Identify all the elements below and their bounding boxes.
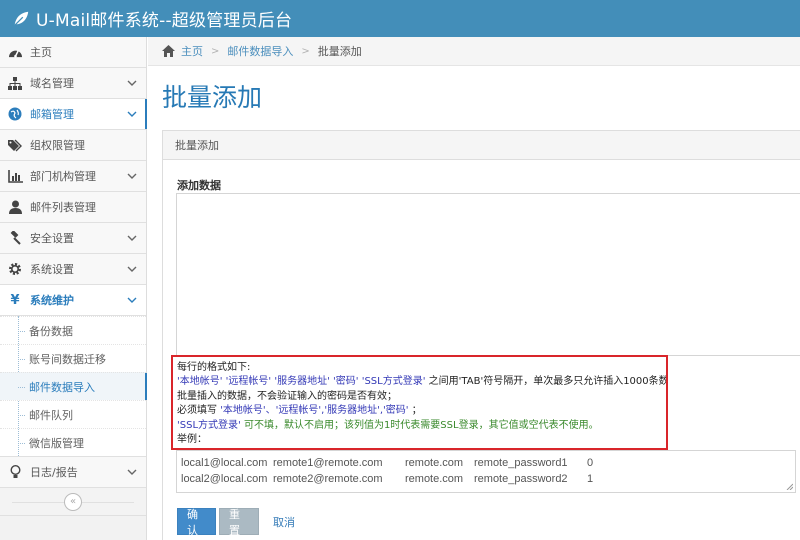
app-title: U-Mail邮件系统--超级管理员后台 <box>36 11 293 31</box>
top-navbar: U-Mail邮件系统--超级管理员后台 <box>0 0 800 37</box>
chevron-down-icon <box>127 80 137 86</box>
note-line: 'SSL方式登录' 可不填，默认不启用；该列值为1时代表需要SSL登录，其它值或… <box>177 419 599 431</box>
sidebar-item-home[interactable]: 主页 <box>0 37 146 68</box>
sub-item-label: 邮件数据导入 <box>29 380 95 394</box>
chevron-down-icon <box>127 266 137 272</box>
sidebar-item-label: 系统维护 <box>30 294 74 307</box>
sidebar-item-security[interactable]: 安全设置 <box>0 223 146 254</box>
globe-icon <box>8 107 22 121</box>
sidebar-item-label: 邮件列表管理 <box>30 201 96 214</box>
example-row: local2@local.com remote2@remote.com remo… <box>181 473 594 485</box>
panel-heading: 批量添加 <box>163 131 800 160</box>
tags-icon <box>7 139 22 151</box>
breadcrumb-home-link[interactable]: 主页 <box>181 43 203 59</box>
chevron-down-icon <box>127 111 137 117</box>
sitemap-icon <box>8 76 22 90</box>
chevron-down-icon <box>127 469 137 475</box>
sidebar-item-department[interactable]: 部门机构管理 <box>0 161 146 192</box>
sidebar-item-label: 安全设置 <box>30 232 74 245</box>
chevron-down-icon <box>127 297 137 303</box>
sidebar-collapse-row: « <box>0 488 146 516</box>
sidebar-item-label: 系统设置 <box>30 263 74 276</box>
collapse-sidebar-icon[interactable]: « <box>64 492 82 511</box>
batch-add-panel: 批量添加 添加数据 每行的格式如下: '本地帐号' '远程帐号' '服务器地址'… <box>162 130 800 540</box>
sidebar-item-label: 部门机构管理 <box>30 170 96 183</box>
sidebar-item-label: 组权限管理 <box>30 139 85 152</box>
example-row: local1@local.com remote1@remote.com remo… <box>181 457 594 469</box>
note-line: '本地帐号' '远程帐号' '服务器地址' '密码' 'SSL方式登录' 之间用… <box>177 376 668 388</box>
breadcrumb-current: 批量添加 <box>317 45 362 58</box>
format-instructions-box: 每行的格式如下: '本地帐号' '远程帐号' '服务器地址' '密码' 'SSL… <box>171 355 668 450</box>
gear-icon <box>9 263 21 275</box>
sub-item-wechat[interactable]: 微信版管理 <box>0 428 146 456</box>
sub-item-label: 邮件队列 <box>29 408 73 422</box>
sidebar-item-system-settings[interactable]: 系统设置 <box>0 254 146 285</box>
resize-handle-icon[interactable] <box>786 483 793 490</box>
chevron-down-icon <box>127 173 137 179</box>
add-data-textarea[interactable] <box>176 193 800 356</box>
example-textarea[interactable]: local1@local.com remote1@remote.com remo… <box>176 450 796 493</box>
note-line: 必须填写 '本地帐号'、'远程帐号','服务器地址','密码' ； <box>177 405 422 417</box>
gavel-icon <box>10 231 21 245</box>
add-data-label: 添加数据 <box>177 179 221 192</box>
leaf-logo-icon <box>14 11 29 26</box>
sub-item-label: 备份数据 <box>29 324 73 338</box>
page-title: 批量添加 <box>162 83 263 112</box>
sidebar-item-label: 主页 <box>30 46 52 59</box>
breadcrumb-separator-icon: > <box>211 45 220 57</box>
note-line: 举例： <box>177 434 207 446</box>
chevron-down-icon <box>127 235 137 241</box>
breadcrumb-parent-link[interactable]: 邮件数据导入 <box>227 43 293 59</box>
sidebar-item-label: 域名管理 <box>30 77 74 90</box>
form-actions: 确认 重置 取消 <box>177 508 305 537</box>
sub-item-label: 账号间数据迁移 <box>29 352 106 366</box>
yen-icon: ¥ <box>10 292 20 308</box>
sub-item-account-migration[interactable]: 账号间数据迁移 <box>0 344 146 372</box>
sub-item-label: 微信版管理 <box>29 436 84 450</box>
sidebar-item-domain[interactable]: 域名管理 <box>0 68 146 99</box>
reset-button[interactable]: 重置 <box>219 508 259 537</box>
sidebar: 主页 域名管理 邮箱管理 组权限管理 部门机构管理 邮件列表管理 安全设置 系统… <box>0 37 147 540</box>
breadcrumb-separator-icon: > <box>301 45 310 57</box>
sidebar-item-group-permission[interactable]: 组权限管理 <box>0 130 146 161</box>
bar-chart-icon <box>7 169 23 183</box>
lightbulb-icon <box>10 465 20 478</box>
cancel-button[interactable]: 取消 <box>263 508 305 535</box>
sidebar-item-mailbox[interactable]: 邮箱管理 <box>0 99 147 130</box>
submenu-system-maintenance: 备份数据 账号间数据迁移 邮件数据导入 邮件队列 微信版管理 <box>0 316 147 457</box>
sidebar-item-system-maintenance[interactable]: ¥ 系统维护 <box>0 285 146 316</box>
sidebar-item-label: 邮箱管理 <box>30 108 74 121</box>
user-icon <box>8 200 22 214</box>
sub-item-mail-import[interactable]: 邮件数据导入 <box>0 372 147 400</box>
breadcrumb: 主页 > 邮件数据导入 > 批量添加 <box>148 37 800 66</box>
sidebar-item-label: 日志/报告 <box>30 466 78 479</box>
note-line: 批量插入的数据，不会验证输入的密码是否有效； <box>177 390 397 402</box>
sub-item-mail-queue[interactable]: 邮件队列 <box>0 400 146 428</box>
sidebar-item-logs[interactable]: 日志/报告 <box>0 457 146 488</box>
sub-item-backup[interactable]: 备份数据 <box>0 316 146 344</box>
note-line: 每行的格式如下: <box>177 362 251 373</box>
dashboard-icon <box>8 49 22 58</box>
home-icon <box>162 45 175 57</box>
sidebar-item-mail-list[interactable]: 邮件列表管理 <box>0 192 146 223</box>
confirm-button[interactable]: 确认 <box>177 508 216 537</box>
